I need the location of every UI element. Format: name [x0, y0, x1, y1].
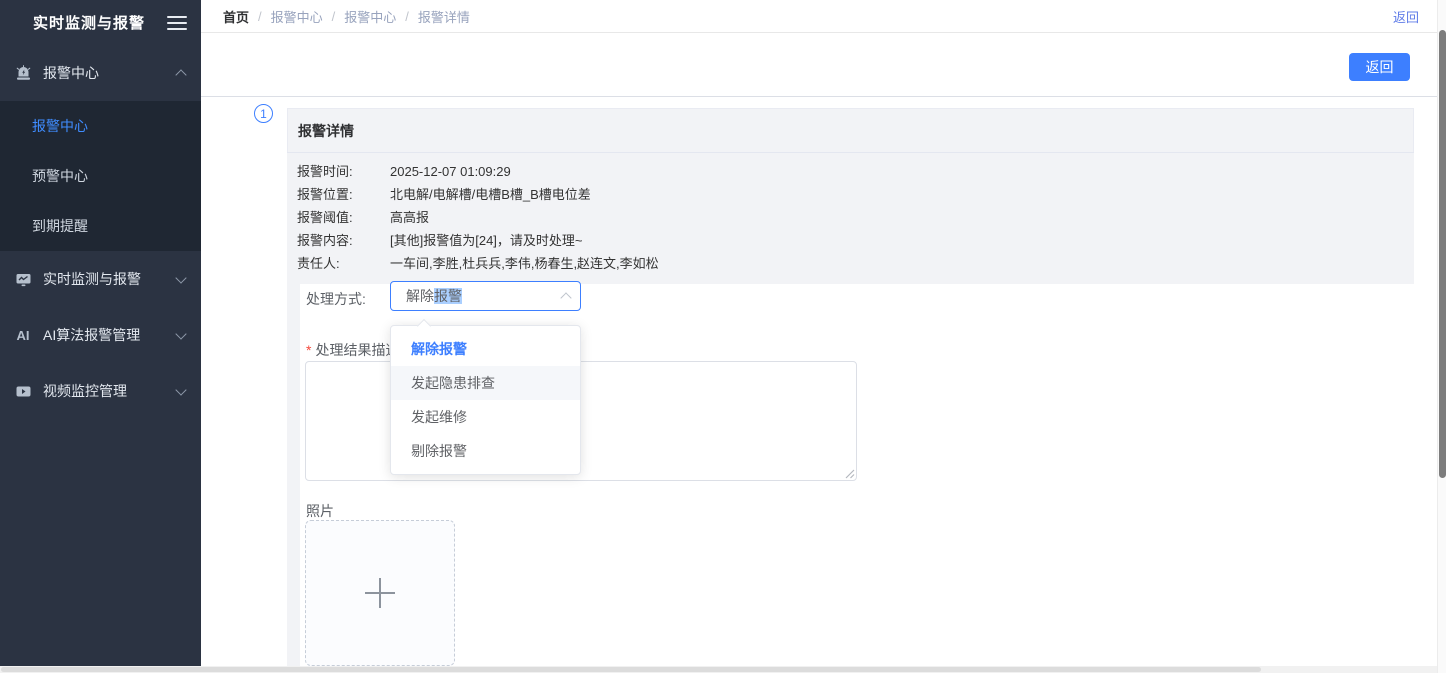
ai-icon: AI [14, 326, 32, 344]
toolbar: 返回 [201, 34, 1437, 97]
video-icon [14, 382, 32, 400]
monitor-icon [14, 270, 32, 288]
detail-row-location: 报警位置:北电解/电解槽/电槽B槽_B槽电位差 [297, 183, 1414, 206]
detail-label: 报警位置: [297, 183, 390, 206]
horizontal-scrollbar[interactable] [0, 666, 1437, 673]
chevron-down-icon [175, 272, 186, 283]
detail-label: 报警阈值: [297, 206, 390, 229]
sidebar-item-label: 实时监测与报警 [43, 269, 177, 289]
detail-value: 高高报 [390, 210, 429, 225]
horizontal-scrollbar-thumb[interactable] [1, 667, 1261, 672]
breadcrumb-separator: / [332, 9, 336, 24]
handle-method-dropdown: 解除报警 发起隐患排查 发起维修 剔除报警 [390, 325, 581, 475]
chevron-down-icon [175, 328, 186, 339]
chevron-up-icon [175, 69, 186, 80]
alarm-icon [14, 64, 32, 82]
breadcrumb: 首页 / 报警中心 / 报警中心 / 报警详情 返回 [201, 0, 1437, 33]
photo-upload-box[interactable] [305, 520, 455, 666]
breadcrumb-home[interactable]: 首页 [223, 7, 249, 26]
detail-label: 责任人: [297, 252, 390, 275]
sidebar-subitem-alarm-center[interactable]: 报警中心 [0, 101, 201, 151]
detail-value: 2025-12-07 01:09:29 [390, 164, 511, 179]
sidebar: 实时监测与报警 报警中心 报警中心 预警中心 到期提醒 实时监测与报警 AI A… [0, 0, 201, 673]
alarm-detail-table: 报警时间:2025-12-07 01:09:29 报警位置:北电解/电解槽/电槽… [287, 152, 1414, 284]
sidebar-subitem-expiry-reminder[interactable]: 到期提醒 [0, 201, 201, 251]
step-badge: 1 [254, 104, 273, 123]
chevron-down-icon [175, 384, 186, 395]
handle-method-label: 处理方式: [306, 289, 366, 309]
hamburger-menu-icon[interactable] [167, 16, 187, 30]
breadcrumb-separator: / [258, 9, 262, 24]
text-selection-highlight: 报警 [434, 288, 462, 304]
back-link[interactable]: 返回 [1393, 7, 1419, 26]
plus-icon [365, 578, 395, 608]
handle-method-select[interactable]: 解除报警 [390, 281, 581, 311]
sidebar-item-ai-alarm-management[interactable]: AI AI算法报警管理 [0, 307, 201, 363]
detail-row-threshold: 报警阈值:高高报 [297, 206, 1414, 229]
breadcrumb-alarm-center-1[interactable]: 报警中心 [271, 7, 323, 26]
back-button[interactable]: 返回 [1349, 53, 1410, 81]
panel-title: 报警详情 [287, 108, 1414, 152]
detail-row-responsible: 责任人:一车间,李胜,杜兵兵,李伟,杨春生,赵连文,李如松 [297, 252, 1414, 275]
alarm-detail-panel: 报警详情 报警时间:2025-12-07 01:09:29 报警位置:北电解/电… [287, 108, 1414, 284]
detail-label: 报警内容: [297, 229, 390, 252]
dropdown-option-hazard-check[interactable]: 发起隐患排查 [391, 366, 580, 400]
dropdown-option-release-alarm[interactable]: 解除报警 [391, 332, 580, 366]
sidebar-item-realtime-monitoring[interactable]: 实时监测与报警 [0, 251, 201, 307]
detail-value: [其他]报警值为[24]，请及时处理~ [390, 233, 583, 248]
vertical-scrollbar-thumb[interactable] [1439, 30, 1446, 478]
app-title: 实时监测与报警 [33, 12, 167, 33]
sidebar-header: 实时监测与报警 [0, 0, 201, 45]
result-description-label: *处理结果描述 [306, 340, 399, 360]
dropdown-option-repair[interactable]: 发起维修 [391, 400, 580, 434]
required-asterisk: * [306, 342, 311, 358]
sidebar-item-alarm-center[interactable]: 报警中心 [0, 45, 201, 101]
panel-left-gutter [287, 267, 300, 666]
vertical-scrollbar[interactable] [1437, 0, 1446, 673]
breadcrumb-alarm-center-2[interactable]: 报警中心 [344, 7, 396, 26]
breadcrumb-separator: / [405, 9, 409, 24]
dropdown-option-remove-alarm[interactable]: 剔除报警 [391, 434, 580, 468]
detail-row-content: 报警内容:[其他]报警值为[24]，请及时处理~ [297, 229, 1414, 252]
photo-label: 照片 [306, 501, 334, 521]
detail-label: 报警时间: [297, 160, 390, 183]
chevron-up-icon [560, 292, 571, 303]
alarm-center-submenu: 报警中心 预警中心 到期提醒 [0, 101, 201, 251]
app-screen: 实时监测与报警 报警中心 报警中心 预警中心 到期提醒 实时监测与报警 AI A… [0, 0, 1446, 673]
sidebar-item-label: 视频监控管理 [43, 381, 177, 401]
breadcrumb-alarm-detail: 报警详情 [418, 7, 470, 26]
detail-row-time: 报警时间:2025-12-07 01:09:29 [297, 160, 1414, 183]
detail-value: 一车间,李胜,杜兵兵,李伟,杨春生,赵连文,李如松 [390, 256, 659, 271]
sidebar-item-video-monitoring[interactable]: 视频监控管理 [0, 363, 201, 419]
sidebar-item-label: AI算法报警管理 [43, 325, 177, 345]
detail-value: 北电解/电解槽/电槽B槽_B槽电位差 [390, 187, 591, 202]
select-value: 解除报警 [406, 286, 562, 306]
sidebar-item-label: 报警中心 [43, 63, 177, 83]
result-description-textarea[interactable] [305, 361, 857, 481]
sidebar-subitem-warning-center[interactable]: 预警中心 [0, 151, 201, 201]
